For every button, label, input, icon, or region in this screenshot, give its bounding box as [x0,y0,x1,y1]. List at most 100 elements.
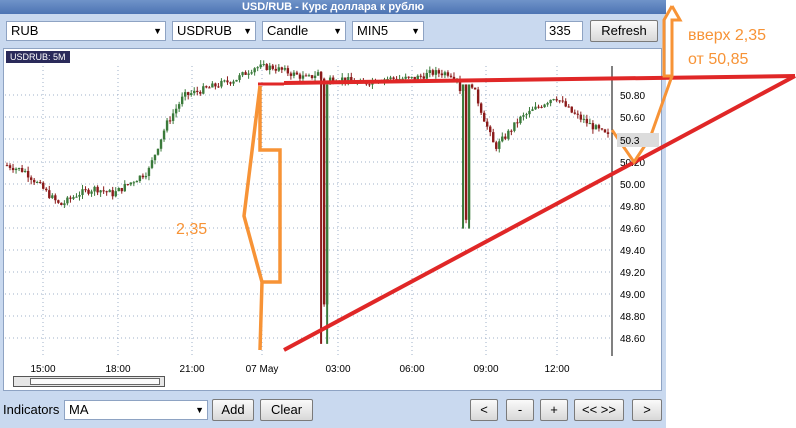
candle-body [208,87,211,89]
candle-body [425,72,428,79]
candle-body [546,103,549,105]
up-label-line1: вверх 2,35 [688,27,766,44]
candle-body [507,130,510,139]
candle-body [162,130,166,140]
candle-body [226,80,229,83]
candle-body [190,93,193,95]
x-tick-label: 09:00 [473,364,498,375]
candle-body [147,167,151,176]
candle-body [570,106,573,113]
candle-body [410,76,413,78]
y-tick-label: 49.40 [620,246,645,257]
candle-body [437,70,441,74]
candle-body [205,86,208,88]
candle-body [20,168,24,172]
candle-body [244,72,247,75]
candle-body [510,130,513,132]
chart-canvas: 50.8050.6050.4050.2050.0049.8049.6049.40… [5,5,796,375]
candle-body [449,75,453,77]
candle-body [129,182,133,185]
candle-body [135,180,139,183]
candle-body [165,120,169,131]
candle-body [286,68,290,74]
candle-body [473,87,477,90]
candle-body [51,195,54,198]
candle-body [90,191,93,194]
y-tick-label: 49.00 [620,290,645,301]
candle-body [26,170,30,178]
candle-body [470,84,474,88]
candle-body [214,83,217,87]
candle-body [60,202,63,206]
candle-body [476,89,480,104]
candle-body [289,73,293,76]
candle-body [392,77,395,79]
candle-body [36,182,39,184]
candle-body [250,72,253,74]
candle-body [11,167,15,171]
candle-body [174,108,178,114]
candle-body [177,104,181,109]
candle-body [307,75,311,77]
candle-body [63,203,66,206]
candle-body [461,84,465,92]
candle-body [57,200,60,203]
candle-body [193,90,196,94]
y-tick-label: 48.60 [620,334,645,345]
candle-body [75,196,78,198]
candle-body [132,182,136,184]
x-tick-label: 07 May [246,364,279,375]
x-tick-label: 21:00 [179,364,204,375]
candle-body [485,121,489,127]
candle-body [8,165,12,168]
candle-body [325,84,329,305]
candle-body [322,78,326,305]
candle-body [310,75,314,78]
candle-body [576,113,579,115]
candle-body [105,191,108,193]
candle-body [504,136,507,139]
candle-body [594,125,598,130]
candle-body [156,148,160,155]
candle-body [32,179,36,183]
y-tick-label: 49.20 [620,268,645,279]
candle-body [229,82,232,84]
candlestick-series [5,60,610,344]
candle-body [14,168,18,171]
candle-body [316,72,320,76]
candle-body [183,92,187,97]
candle-body [259,64,262,68]
candle-body [543,104,546,108]
up-arrow-icon [662,5,683,78]
candle-body [102,190,105,192]
candle-body [220,80,223,87]
candle-body [522,115,525,117]
candle-body [114,191,117,197]
candle-body [66,197,69,204]
candle-body [168,120,172,122]
candle-body [54,195,57,201]
candle-body [519,116,522,124]
candle-body [492,132,495,143]
candle-body [29,177,33,180]
candle-body [489,126,492,133]
candle-body [573,112,576,114]
candle-body [123,184,126,192]
candle-body [262,64,265,66]
candle-body [582,118,586,120]
candle-body [69,197,72,199]
candle-body [434,70,438,75]
candle-body [431,70,435,75]
candle-body [531,109,534,111]
candle-body [265,64,268,71]
x-axis: 15:00 18:00 21:00 07 May 03:00 06:00 09:00 12:0… [30,364,569,375]
candle-body [78,195,81,197]
candle-body [443,72,447,76]
candle-body [555,99,558,101]
candle-body [5,165,9,167]
candle-body [99,190,102,193]
x-tick-label: 12:00 [544,364,569,375]
candle-body [467,84,471,220]
candle-body [404,76,407,79]
candle-body [579,114,583,120]
